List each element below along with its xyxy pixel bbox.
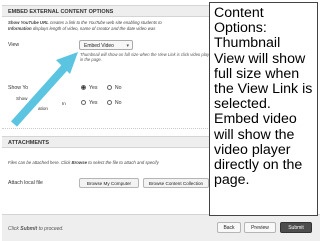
arrow-shaft [11, 63, 69, 127]
content-options-form: EMBED EXTERNAL CONTENT OPTIONS Show YouT… [0, 0, 320, 241]
annotation-callout: Content Options: Thumbnail View will sho… [209, 2, 318, 216]
